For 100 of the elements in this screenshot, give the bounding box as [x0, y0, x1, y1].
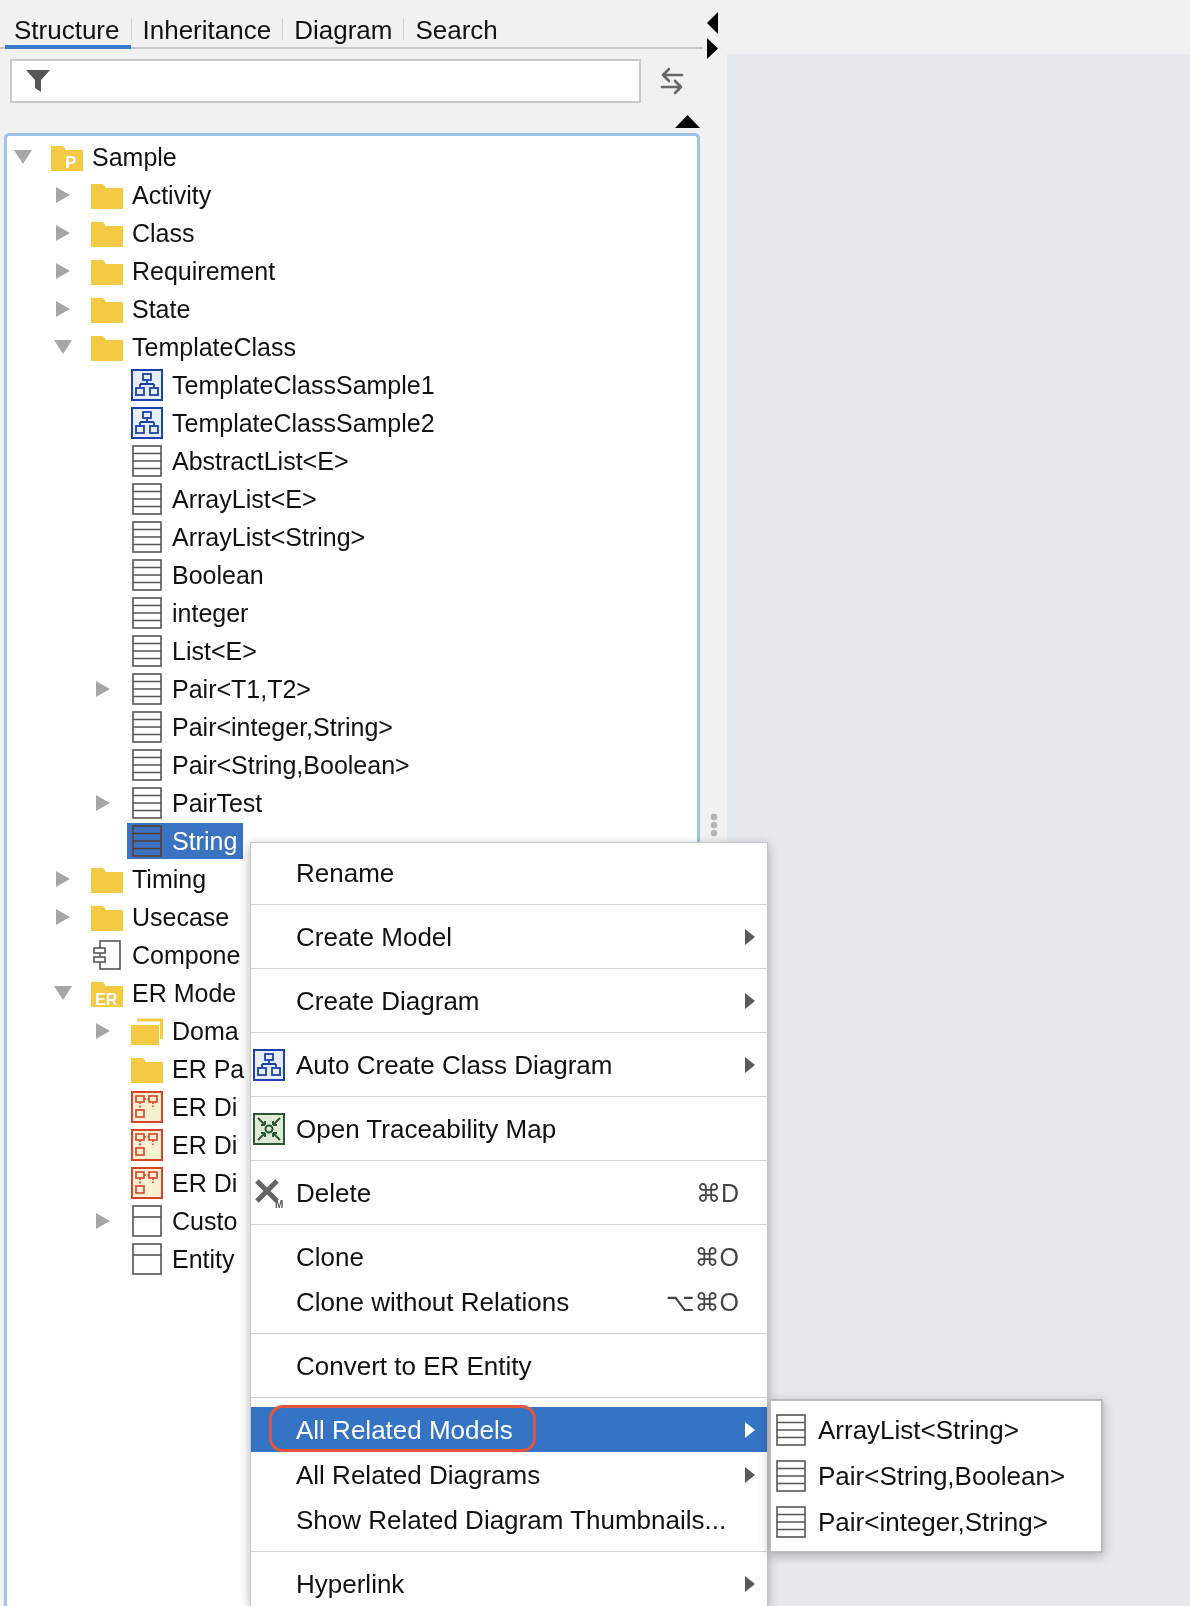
er-diagram-icon [131, 1167, 163, 1199]
disclosure-triangle-icon[interactable] [56, 871, 70, 887]
menu-item[interactable]: Open Traceability Map [251, 1106, 767, 1151]
tree-item[interactable]: String [127, 823, 244, 859]
tree-item[interactable]: ER Di [127, 1127, 244, 1163]
menu-item[interactable]: Hyperlink [251, 1561, 767, 1606]
tree-item[interactable]: State [87, 291, 197, 327]
class-icon [132, 673, 162, 705]
tree-item[interactable]: AbstractList<E> [127, 443, 355, 479]
tree-item[interactable]: ER ER Mode [87, 975, 243, 1011]
folder-icon [91, 865, 123, 893]
menu-item[interactable]: Rename [251, 850, 767, 895]
menu-item[interactable]: Clone ⌘O [251, 1234, 767, 1279]
disclosure-triangle-icon[interactable] [96, 1213, 110, 1229]
submenu-item[interactable]: Pair<integer,String> [771, 1499, 1101, 1545]
disclosure-triangle-icon[interactable] [56, 909, 70, 925]
class-icon [132, 483, 162, 515]
tab[interactable]: Structure [5, 0, 131, 49]
submenu-item[interactable]: ArrayList<String> [771, 1407, 1101, 1453]
component-icon [91, 939, 123, 971]
folder-icon [91, 219, 123, 247]
menu-item[interactable]: Create Diagram [251, 978, 767, 1023]
menu-item[interactable]: All Related Models [251, 1407, 767, 1452]
tree-item[interactable]: P Sample [47, 139, 183, 175]
disclosure-triangle-icon[interactable] [96, 681, 110, 697]
filter-icon[interactable] [26, 70, 50, 92]
submenu-item[interactable]: Pair<String,Boolean> [771, 1453, 1101, 1499]
keyboard-shortcut: ⌘D [695, 1177, 739, 1208]
tree-item[interactable]: ER Pa [127, 1051, 251, 1087]
swap-arrows-icon[interactable] [660, 66, 684, 96]
menu-item[interactable]: Clone without Relations ⌥⌘O [251, 1279, 767, 1324]
tree-item[interactable]: Requirement [87, 253, 282, 289]
disclosure-triangle-icon[interactable] [96, 795, 110, 811]
er-folder-icon: ER [91, 979, 123, 1007]
tree-item[interactable]: Compone [87, 937, 247, 973]
tree-item[interactable]: Custo [127, 1203, 244, 1239]
tab[interactable]: Search [404, 0, 509, 49]
er-diagram-icon [131, 1129, 163, 1161]
folder-icon [91, 333, 123, 361]
er-diagram-icon [131, 1091, 163, 1123]
disclosure-triangle-icon[interactable] [56, 301, 70, 317]
class-icon [132, 825, 162, 857]
menu-item[interactable]: Convert to ER Entity [251, 1343, 767, 1388]
traceability-map-icon [253, 1112, 285, 1145]
tree-item[interactable]: PairTest [127, 785, 269, 821]
menu-item[interactable]: Show Related Diagram Thumbnails... [251, 1497, 767, 1542]
triangle-right-icon[interactable] [707, 38, 718, 59]
tree-item[interactable]: List<E> [127, 633, 263, 669]
class-icon [132, 559, 162, 591]
tree-item[interactable]: ArrayList<String> [127, 519, 372, 555]
triangle-up-icon[interactable] [675, 115, 700, 128]
tree-item[interactable]: Timing [87, 861, 213, 897]
class-icon [132, 787, 162, 819]
tree-item[interactable]: Pair<integer,String> [127, 709, 399, 745]
class-icon [776, 1414, 806, 1446]
stacked-folder-icon [131, 1017, 163, 1045]
menu-item[interactable]: Create Model [251, 914, 767, 959]
tree-item[interactable]: Entity [127, 1241, 241, 1277]
class-diagram-icon [253, 1048, 285, 1081]
disclosure-triangle-icon[interactable] [96, 1023, 110, 1039]
folder-icon [91, 295, 123, 323]
tree-item[interactable]: Boolean [127, 557, 270, 593]
splitter-handle-icon[interactable] [709, 813, 718, 837]
disclosure-triangle-icon[interactable] [56, 225, 70, 241]
tree-item[interactable]: Doma [127, 1013, 245, 1049]
tree-item[interactable]: Usecase [87, 899, 236, 935]
folder-icon [91, 257, 123, 285]
filter-field[interactable] [10, 59, 641, 103]
menu-item[interactable]: M Delete ⌘D [251, 1170, 767, 1215]
class-icon [776, 1460, 806, 1492]
folder-icon [91, 181, 123, 209]
class-icon [132, 749, 162, 781]
keyboard-shortcut: ⌘O [694, 1241, 739, 1272]
tab[interactable]: Inheritance [131, 0, 283, 49]
disclosure-triangle-icon[interactable] [56, 187, 70, 203]
tree-item[interactable]: TemplateClassSample1 [127, 367, 441, 403]
tree-item[interactable]: ER Di [127, 1089, 244, 1125]
disclosure-triangle-icon[interactable] [54, 986, 72, 1000]
disclosure-triangle-icon[interactable] [54, 340, 72, 354]
triangle-left-icon[interactable] [707, 12, 718, 34]
tree-item[interactable]: integer [127, 595, 255, 631]
class-icon [132, 635, 162, 667]
disclosure-triangle-icon[interactable] [56, 263, 70, 279]
class-icon [776, 1506, 806, 1538]
tree-item[interactable]: ArrayList<E> [127, 481, 323, 517]
tree-item[interactable]: Activity [87, 177, 218, 213]
tree-item[interactable]: Pair<String,Boolean> [127, 747, 416, 783]
class-icon [132, 521, 162, 553]
class-diagram-icon [131, 369, 163, 401]
tree-item[interactable]: Class [87, 215, 201, 251]
tree-item[interactable]: Pair<T1,T2> [127, 671, 317, 707]
tab[interactable]: Diagram [283, 0, 404, 49]
class-diagram-icon [131, 407, 163, 439]
menu-item[interactable]: Auto Create Class Diagram [251, 1042, 767, 1087]
tree-item[interactable]: TemplateClassSample2 [127, 405, 441, 441]
disclosure-triangle-icon[interactable] [14, 150, 32, 164]
menu-item[interactable]: All Related Diagrams [251, 1452, 767, 1497]
tree-item[interactable]: TemplateClass [87, 329, 302, 365]
folder-icon [131, 1055, 163, 1083]
tree-item[interactable]: ER Di [127, 1165, 244, 1201]
